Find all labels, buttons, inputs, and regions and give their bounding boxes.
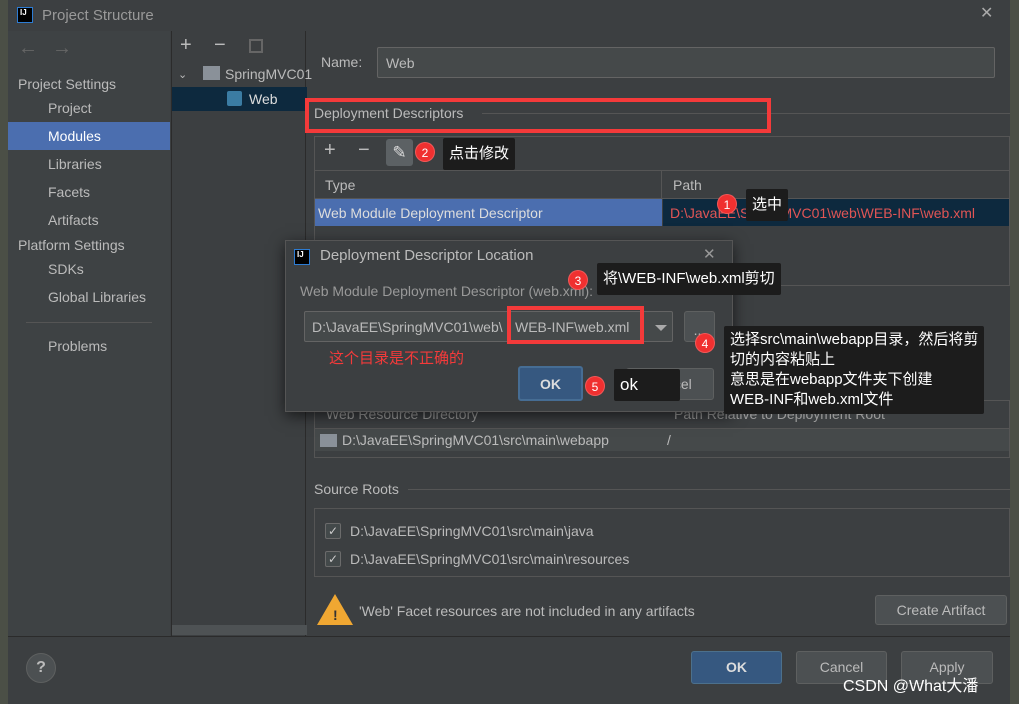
sidebar-item-label: Modules [48,128,101,144]
web-resource-row[interactable]: D:\JavaEE\SpringMVC01\src\main\webapp / [315,428,1009,451]
annotation-tooltip: 将\WEB-INF\web.xml剪切 [597,263,781,295]
sidebar-item-facets[interactable]: Facets [48,183,90,201]
dialog-title: Deployment Descriptor Location [320,247,534,264]
descriptor-path-prefix: D:\JavaEE\SpringMVC01\web\ [312,319,503,335]
desktop-background [0,0,8,704]
sidebar-section-project-settings: Project Settings [18,76,117,92]
sidebar-item-project[interactable]: Project [48,99,92,117]
watermark: CSDN @What大潘 [843,678,979,695]
name-value: Web [386,55,415,71]
descriptor-type-cell: Web Module Deployment Descriptor [318,205,543,221]
ok-button[interactable]: OK [691,651,782,684]
sidebar-item-global-libraries[interactable]: Global Libraries [48,288,146,306]
remove-icon[interactable]: − [214,35,226,55]
column-path[interactable]: Path [673,176,702,194]
forward-arrow-icon[interactable]: → [52,38,72,58]
column-type[interactable]: Type [325,176,355,194]
title-bar: IJ Project Structure ✕ [8,0,1010,31]
dialog-close-icon[interactable]: ✕ [703,246,716,264]
annotation-tooltip: 选中 [746,189,789,221]
annotation-badge: 1 [717,194,737,214]
module-folder-icon [203,66,220,80]
sidebar: ← → Project Settings Project Modules Lib… [8,31,170,636]
tooltip-line: 选择src\main\webapp目录，然后将剪 [730,331,979,348]
annotation-highlight-box [507,306,644,344]
sidebar-item-modules[interactable]: Modules [8,122,170,150]
web-folder-icon [320,434,337,447]
tree-item-label: Web [249,91,278,107]
annotation-badge: 2 [415,142,435,162]
sidebar-item-artifacts[interactable]: Artifacts [48,211,99,229]
name-label: Name: [321,54,363,70]
help-button[interactable]: ? [26,653,56,683]
sidebar-section-platform-settings: Platform Settings [18,237,125,253]
divider [26,322,152,323]
annotation-tooltip: 选择src\main\webapp目录，然后将剪 切的内容粘贴上 意思是在web… [724,326,985,414]
desktop-background [1010,0,1019,704]
descriptor-table-row[interactable]: Web Module Deployment Descriptor D:\Java… [315,199,1009,226]
back-arrow-icon[interactable]: ← [18,38,38,58]
annotation-badge: 3 [568,270,588,290]
descriptor-table-header: Type Path [315,170,1009,199]
source-root-label: D:\JavaEE\SpringMVC01\src\main\java [350,523,594,539]
sidebar-item-sdks[interactable]: SDKs [48,260,84,278]
source-root-label: D:\JavaEE\SpringMVC01\src\main\resources [350,551,630,567]
descriptor-path-label: Web Module Deployment Descriptor (web.xm… [300,283,594,299]
remove-descriptor-icon[interactable]: − [358,140,370,160]
tree-item-springmvc01[interactable]: SpringMVC01 [225,65,312,83]
add-descriptor-icon[interactable]: + [324,140,336,160]
annotation-wrong-dir: 这个目录是不正确的 [329,350,465,367]
copy-icon[interactable] [249,39,263,53]
horizontal-scrollbar[interactable] [172,625,307,635]
column-divider[interactable] [661,171,662,199]
dropdown-arrow-icon[interactable] [655,325,667,331]
source-root-checkbox[interactable]: ✓ [325,551,341,567]
window-title: Project Structure [42,7,154,24]
annotation-highlight-box [305,98,771,133]
source-root-checkbox[interactable]: ✓ [325,523,341,539]
sidebar-item-libraries[interactable]: Libraries [48,155,102,173]
divider [408,489,1010,490]
close-icon[interactable]: ✕ [980,5,993,23]
chevron-down-icon[interactable]: ⌄ [178,66,187,84]
source-roots-panel: ✓ D:\JavaEE\SpringMVC01\src\main\java ✓ … [314,508,1010,577]
tooltip-line: WEB-INF和web.xml文件 [730,391,894,408]
dialog-ok-button[interactable]: OK [518,366,583,401]
edit-descriptor-button[interactable]: ✎ [386,139,413,166]
tooltip-line: 意思是在webapp文件夹下创建 [730,371,933,388]
web-resource-path-cell: / [667,432,671,448]
web-facet-icon [227,91,242,106]
intellij-logo-icon: IJ [17,7,33,23]
annotation-badge: 5 [585,376,605,396]
descriptor-path-cell: D:\JavaEE\SpringMVC01\web\WEB-INF\web.xm… [670,205,975,221]
add-icon[interactable]: + [180,35,192,55]
source-roots-header: Source Roots [314,481,399,497]
web-resource-dir-cell: D:\JavaEE\SpringMVC01\src\main\webapp [342,432,609,448]
sidebar-item-problems[interactable]: Problems [48,337,107,355]
name-input[interactable]: Web [377,47,995,78]
annotation-tooltip: 点击修改 [443,138,516,170]
tooltip-line: 切的内容粘贴上 [730,351,836,368]
create-artifact-button[interactable]: Create Artifact [875,595,1007,625]
annotation-tooltip: ok [614,369,680,401]
annotation-badge: 4 [695,333,715,353]
warning-text: 'Web' Facet resources are not included i… [359,603,695,619]
tree-item-web[interactable]: Web [172,87,307,111]
intellij-logo-icon: IJ [294,249,310,265]
